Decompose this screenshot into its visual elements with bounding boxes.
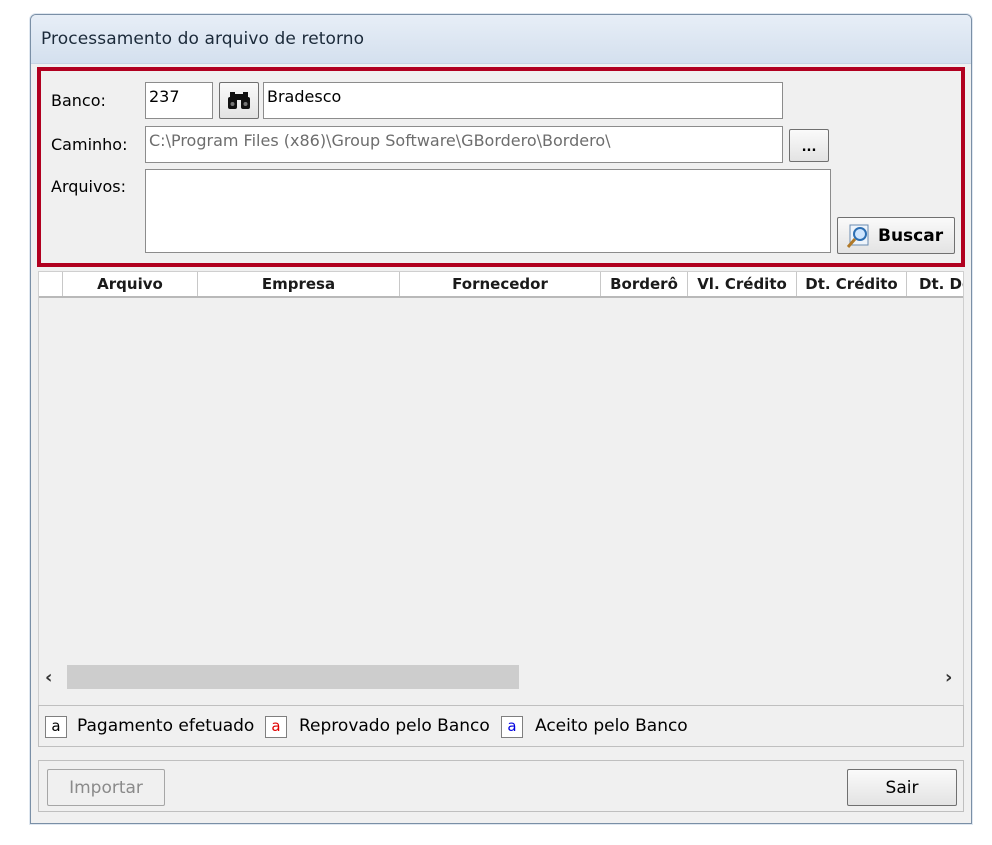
banco-code-field[interactable]: 237 bbox=[145, 82, 213, 119]
arquivos-label: Arquivos: bbox=[51, 177, 126, 196]
banco-name-value: Bradesco bbox=[267, 87, 342, 106]
browse-path-button[interactable]: ... bbox=[789, 129, 829, 162]
legend-swatch-rejected: a bbox=[265, 716, 287, 738]
chevron-left-icon[interactable]: ‹ bbox=[45, 667, 52, 688]
window-title: Processamento do arquivo de retorno bbox=[41, 29, 365, 49]
grid-header: Arquivo Empresa Fornecedor Borderô Vl. C… bbox=[39, 272, 963, 298]
sair-button[interactable]: Sair bbox=[847, 769, 957, 806]
legend-label-accepted: Aceito pelo Banco bbox=[535, 716, 688, 736]
horizontal-scrollbar[interactable]: ‹ › bbox=[39, 661, 963, 693]
legend-swatch-paid: a bbox=[45, 716, 67, 738]
caminho-field[interactable]: C:\Program Files (x86)\Group Software\GB… bbox=[145, 126, 783, 163]
caminho-value: C:\Program Files (x86)\Group Software\GB… bbox=[149, 131, 611, 150]
column-header[interactable]: Dt. De bbox=[907, 272, 963, 296]
arquivos-field[interactable] bbox=[145, 169, 831, 253]
search-bank-button[interactable] bbox=[219, 82, 259, 119]
retorno-window: Processamento do arquivo de retorno Banc… bbox=[30, 14, 972, 824]
column-header[interactable]: Vl. Crédito bbox=[688, 272, 797, 296]
buscar-label: Buscar bbox=[878, 226, 944, 246]
column-header[interactable]: Arquivo bbox=[63, 272, 198, 296]
legend-swatch-accepted: a bbox=[501, 716, 523, 738]
column-header[interactable]: Fornecedor bbox=[400, 272, 601, 296]
importar-label: Importar bbox=[69, 778, 143, 798]
row-indicator-header bbox=[39, 272, 63, 296]
column-header[interactable]: Empresa bbox=[198, 272, 400, 296]
sair-label: Sair bbox=[885, 778, 919, 798]
banco-label: Banco: bbox=[51, 91, 106, 110]
status-legend: a Pagamento efetuado a Reprovado pelo Ba… bbox=[38, 705, 964, 747]
title-bar: Processamento do arquivo de retorno bbox=[31, 15, 971, 64]
magnifier-icon bbox=[846, 224, 869, 248]
legend-label-paid: Pagamento efetuado bbox=[77, 716, 255, 736]
column-header[interactable]: Borderô bbox=[601, 272, 688, 296]
banco-name-field[interactable]: Bradesco bbox=[263, 82, 783, 119]
importar-button[interactable]: Importar bbox=[47, 769, 165, 806]
filter-panel: Banco: 237 Bradesco Caminho: C:\Program … bbox=[37, 67, 965, 267]
browse-path-label: ... bbox=[801, 140, 817, 155]
legend-label-rejected: Reprovado pelo Banco bbox=[299, 716, 490, 736]
banco-code-value: 237 bbox=[149, 87, 180, 106]
results-grid[interactable]: Arquivo Empresa Fornecedor Borderô Vl. C… bbox=[38, 271, 964, 707]
caminho-label: Caminho: bbox=[51, 135, 128, 154]
chevron-right-icon[interactable]: › bbox=[945, 667, 952, 688]
buscar-button[interactable]: Buscar bbox=[837, 217, 955, 254]
binoculars-icon bbox=[228, 92, 250, 109]
footer-bar: Importar Sair bbox=[38, 760, 964, 812]
scrollbar-thumb[interactable] bbox=[67, 665, 519, 689]
column-header[interactable]: Dt. Crédito bbox=[797, 272, 907, 296]
